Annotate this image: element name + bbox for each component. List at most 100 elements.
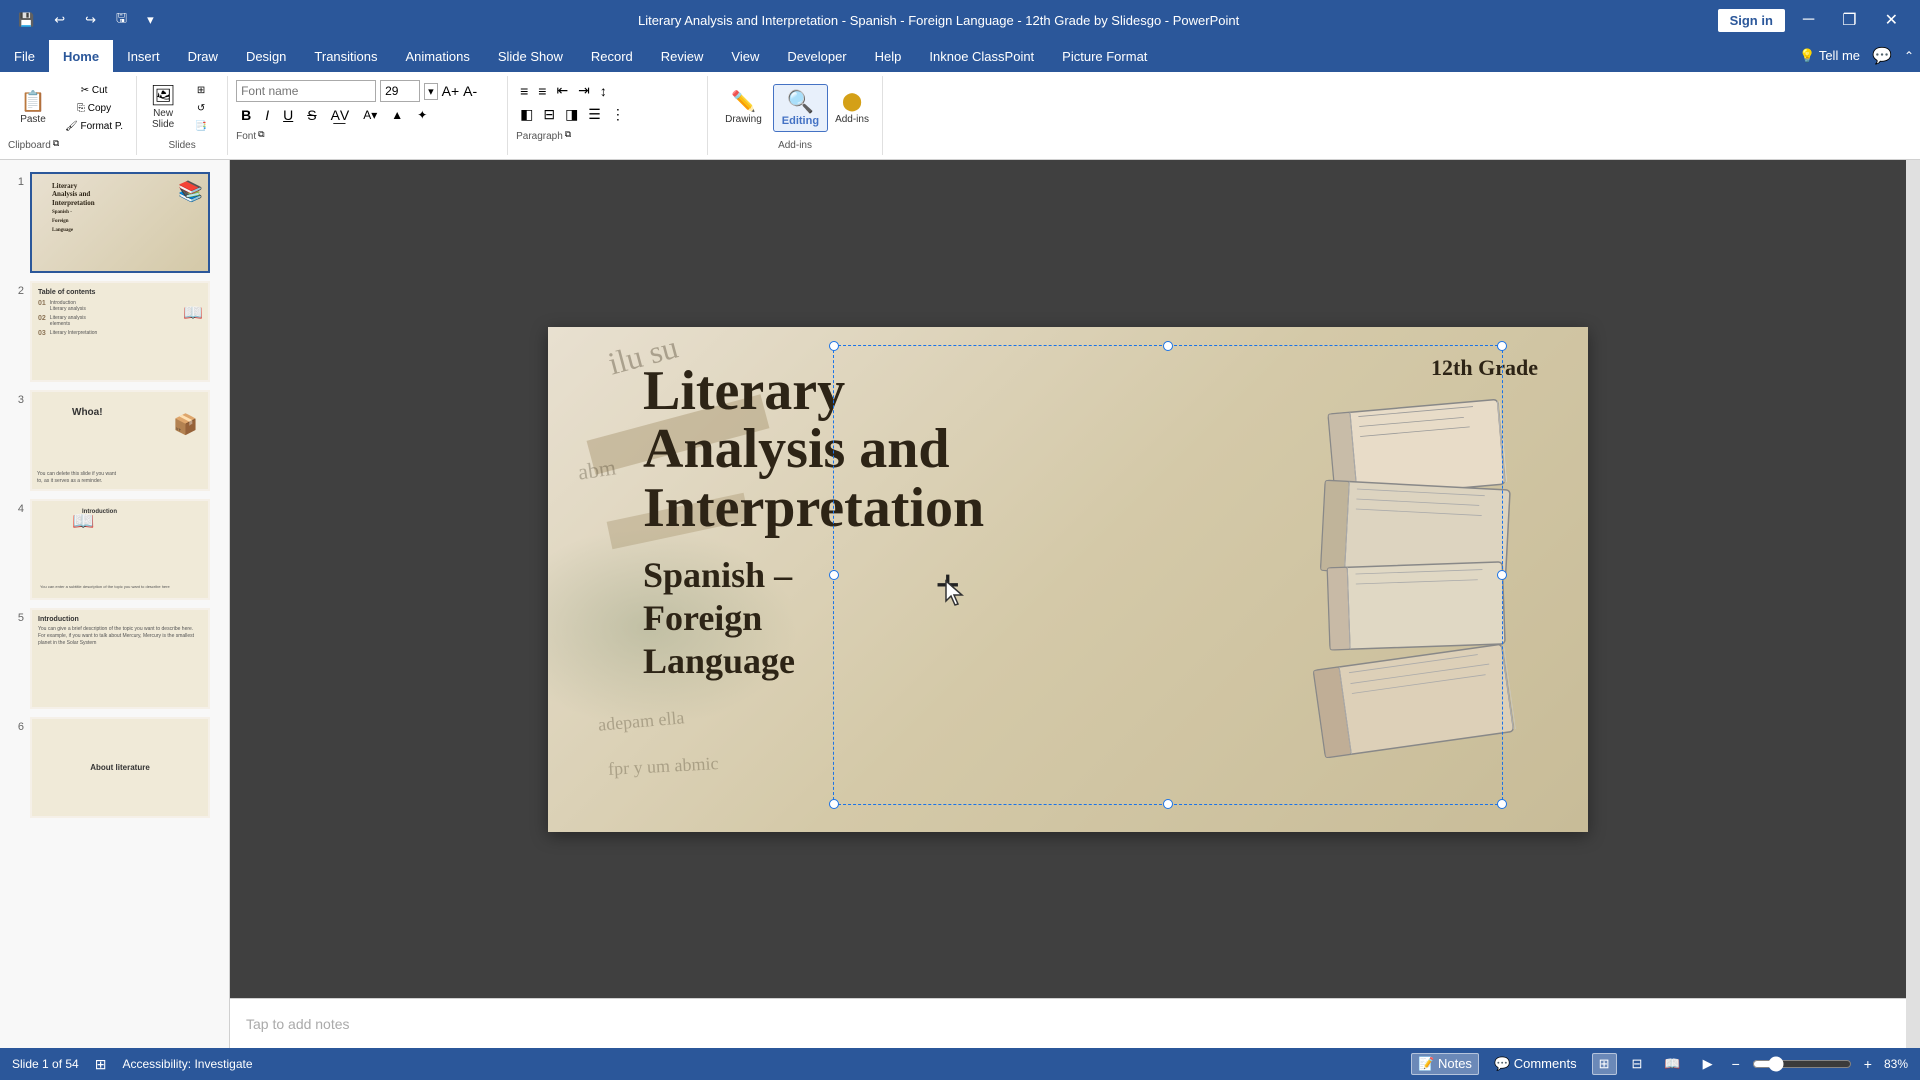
clear-format-button[interactable]: ✦ (412, 106, 432, 124)
align-justify-button[interactable]: ☰ (584, 104, 605, 125)
increase-font-button[interactable]: A+ (442, 83, 460, 99)
decrease-font-button[interactable]: A- (463, 83, 477, 99)
right-scrollbar[interactable] (1906, 160, 1920, 1048)
slide-title-area[interactable]: LiteraryAnalysis andInterpretation Spani… (643, 362, 1233, 684)
slide-thumb-6[interactable]: 6 About literature (0, 713, 229, 822)
addins-more-button[interactable]: ⬤ Add-ins (830, 88, 874, 128)
slide-thumb-1[interactable]: 1 LiteraryAnalysis andInterpretationSpan… (0, 168, 229, 277)
slide-info: Slide 1 of 54 (12, 1057, 79, 1071)
thumb-img-1: LiteraryAnalysis andInterpretationSpanis… (30, 172, 210, 273)
normal-view-button[interactable]: ⊞ (1592, 1053, 1617, 1075)
font-color-button[interactable]: A▾ (358, 106, 382, 124)
slide-layout-button[interactable]: ⊞ (183, 82, 219, 99)
slide-wrapper: ilu su abm adepam ella fpr y um abmic 12… (548, 327, 1588, 832)
tab-help[interactable]: Help (861, 40, 916, 72)
ribbon-collapse-button[interactable]: ⌃ (1898, 40, 1920, 72)
minimize-button[interactable]: ─ (1793, 11, 1824, 29)
columns-button[interactable]: ⋮ (607, 104, 629, 125)
numbering-button[interactable]: ≡ (534, 81, 550, 101)
align-left-button[interactable]: ◧ (516, 104, 537, 125)
tab-picture-format[interactable]: Picture Format (1048, 40, 1161, 72)
notes-bar[interactable]: Tap to add notes (230, 998, 1906, 1048)
tab-developer[interactable]: Developer (773, 40, 860, 72)
tab-animations[interactable]: Animations (392, 40, 484, 72)
align-center-button[interactable]: ⊟ (539, 104, 559, 125)
zoom-out-button[interactable]: − (1728, 1054, 1744, 1074)
char-spacing-button[interactable]: A͟V (326, 105, 355, 125)
paste-button[interactable]: 📋 Paste (8, 88, 58, 129)
close-button[interactable]: ✕ (1875, 10, 1908, 30)
tab-insert[interactable]: Insert (113, 40, 174, 72)
thumb-img-5: Introduction You can give a brief descri… (30, 608, 210, 709)
save-button[interactable]: 💾 (12, 10, 40, 30)
accessibility-text: Accessibility: Investigate (122, 1057, 252, 1071)
slide-thumb-2[interactable]: 2 Table of contents 01IntroductionLitera… (0, 277, 229, 386)
font-size-dropdown[interactable]: ▾ (424, 83, 438, 100)
comments-button[interactable]: 💬 (1866, 40, 1898, 72)
font-expand[interactable]: ⧉ (258, 129, 264, 140)
slide-num-2: 2 (8, 281, 24, 297)
ribbon-tabs: File Home Insert Draw Design Transitions… (0, 40, 1920, 72)
zoom-in-button[interactable]: + (1860, 1054, 1876, 1074)
tab-view[interactable]: View (717, 40, 773, 72)
sign-in-button[interactable]: Sign in (1718, 9, 1785, 32)
reading-view-button[interactable]: 📖 (1657, 1053, 1687, 1075)
indent-increase-button[interactable]: ⇥ (574, 80, 594, 101)
font-size-input[interactable] (380, 80, 420, 102)
customize-button[interactable]: ▾ (141, 10, 160, 30)
slide-thumb-3[interactable]: 3 Whoa! 📦 You can delete this slide if y… (0, 386, 229, 495)
font-name-input[interactable] (236, 80, 376, 102)
thumb-6-title: About literature (90, 763, 150, 772)
editing-button[interactable]: 🔍 Editing (773, 84, 828, 132)
slide-canvas[interactable]: ilu su abm adepam ella fpr y um abmic 12… (230, 160, 1906, 998)
align-right-button[interactable]: ◨ (561, 104, 582, 125)
slideshow-button[interactable]: ▶ (1696, 1053, 1720, 1075)
slide-sorter-button[interactable]: ⊟ (1625, 1053, 1650, 1075)
slide-thumb-4[interactable]: 4 📖 Introduction You can enter a subtitl… (0, 495, 229, 604)
slide-section-button[interactable]: 📑 (183, 118, 219, 135)
slide-reset-button[interactable]: ↺ (183, 100, 219, 117)
restore-button[interactable]: ❐ (1832, 10, 1866, 30)
clipboard-items: 📋 Paste ✂ Cut ⎘ Copy 🖌 Format P. (8, 80, 128, 136)
new-slide-button[interactable]: 🖼 NewSlide (145, 83, 181, 133)
bullets-button[interactable]: ≡ (516, 81, 532, 101)
ideas-button[interactable]: 💡 Tell me (1793, 40, 1866, 72)
ribbon-content: 📋 Paste ✂ Cut ⎘ Copy 🖌 Format P. Clipboa… (0, 72, 1920, 160)
notes-view-button[interactable]: 📝 Notes (1411, 1053, 1479, 1075)
autosave-button[interactable]: 🖫 (110, 7, 133, 33)
title-bar: 💾 ↩ ↪ 🖫 ▾ Literary Analysis and Interpre… (0, 0, 1920, 40)
tab-review[interactable]: Review (647, 40, 718, 72)
tab-file[interactable]: File (0, 40, 49, 72)
comments-view-button[interactable]: 💬 Comments (1487, 1053, 1584, 1075)
format-painter-button[interactable]: 🖌 Format P. (60, 118, 128, 135)
undo-button[interactable]: ↩ (48, 10, 71, 30)
tab-design[interactable]: Design (232, 40, 300, 72)
cut-button[interactable]: ✂ Cut (60, 82, 128, 99)
bold-button[interactable]: B (236, 105, 256, 125)
redo-button[interactable]: ↪ (79, 10, 102, 30)
tab-draw[interactable]: Draw (174, 40, 232, 72)
clipboard-label: Clipboard (8, 136, 51, 151)
zoom-slider[interactable] (1752, 1056, 1852, 1072)
highlight-button[interactable]: ▲ (386, 106, 408, 124)
italic-button[interactable]: I (260, 105, 274, 125)
slide-num-3: 3 (8, 390, 24, 406)
clipboard-expand[interactable]: ⧉ (53, 138, 59, 149)
paragraph-expand[interactable]: ⧉ (565, 129, 571, 140)
slide-thumb-5[interactable]: 5 Introduction You can give a brief desc… (0, 604, 229, 713)
copy-button[interactable]: ⎘ Copy (60, 100, 128, 117)
tab-slideshow[interactable]: Slide Show (484, 40, 577, 72)
paragraph-label: Paragraph (516, 127, 563, 142)
underline-button[interactable]: U (278, 105, 298, 125)
indent-decrease-button[interactable]: ⇤ (552, 80, 572, 101)
line-spacing-button[interactable]: ↕ (596, 81, 611, 101)
drawing-button[interactable]: ✏️ Drawing (716, 87, 771, 130)
tab-home[interactable]: Home (49, 40, 113, 72)
strikethrough-button[interactable]: S (302, 105, 321, 125)
tab-transitions[interactable]: Transitions (300, 40, 391, 72)
tab-inknoe[interactable]: Inknoe ClassPoint (915, 40, 1048, 72)
status-bar-left: Slide 1 of 54 ⊞ Accessibility: Investiga… (12, 1054, 253, 1075)
tab-record[interactable]: Record (577, 40, 647, 72)
slide-main[interactable]: ilu su abm adepam ella fpr y um abmic 12… (548, 327, 1588, 832)
slide-view-button[interactable]: ⊞ (91, 1054, 111, 1075)
